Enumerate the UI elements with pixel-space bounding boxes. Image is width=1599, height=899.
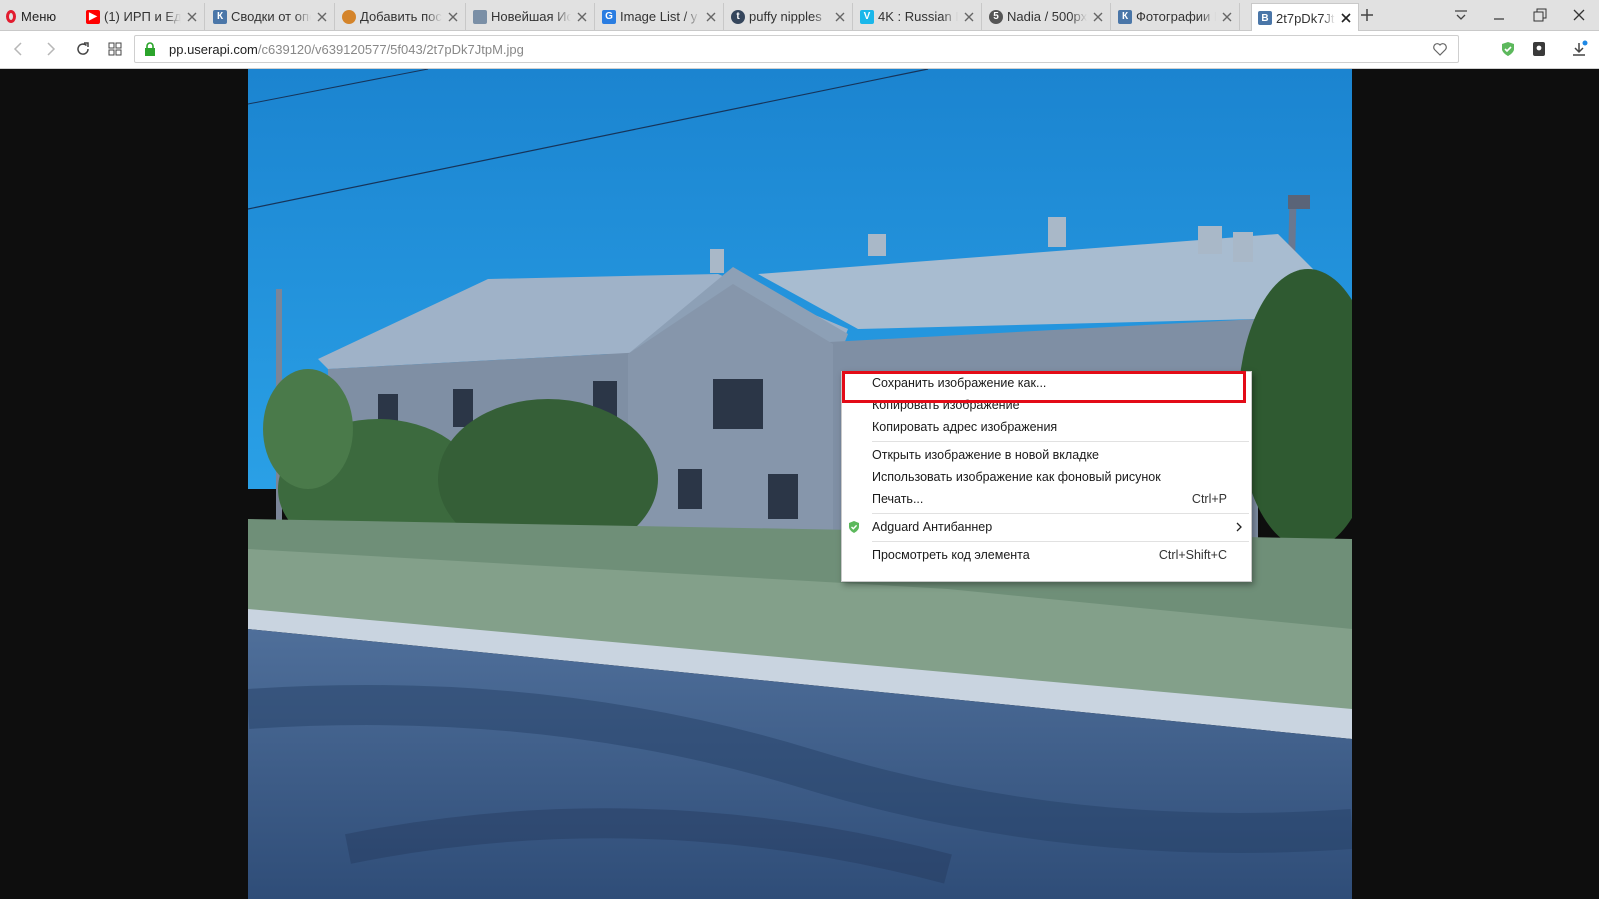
download-icon[interactable]: [1570, 40, 1588, 58]
bookmark-heart-icon[interactable]: [1432, 41, 1448, 57]
menu-separator: [872, 541, 1249, 542]
url-path: /c639120/v639120577/5f043/2t7pDk7JtpM.jp…: [257, 42, 524, 57]
reload-icon[interactable]: [74, 40, 92, 58]
menu-separator: [872, 441, 1249, 442]
vpn-extension-icon[interactable]: [1530, 40, 1548, 58]
tumblr-icon: t: [731, 9, 745, 24]
restore-icon[interactable]: [1531, 6, 1549, 24]
vk-icon: К: [1118, 9, 1132, 24]
image-list-icon: G: [602, 9, 616, 24]
menu-separator: [872, 513, 1249, 514]
close-tab-icon[interactable]: [1220, 10, 1234, 24]
close-window-icon[interactable]: [1570, 6, 1588, 24]
tab-noveishaya[interactable]: Новейшая Ис: [467, 3, 595, 30]
menu-item-print[interactable]: Печать... Ctrl+P: [842, 488, 1251, 510]
tab-menu-icon[interactable]: [1452, 6, 1470, 24]
close-tab-icon[interactable]: [1091, 10, 1105, 24]
tab-active-image[interactable]: B 2t7pDk7JtpM.: [1251, 3, 1359, 32]
chevron-right-icon: [1236, 522, 1242, 532]
adguard-shield-icon[interactable]: [1499, 40, 1517, 58]
image-viewer: [0, 69, 1599, 899]
context-menu: Сохранить изображение как... Копировать …: [841, 371, 1252, 582]
tab-dobavit[interactable]: Добавить пос: [336, 3, 466, 30]
vimeo-icon: V: [860, 9, 874, 24]
vk-icon: К: [213, 9, 227, 24]
menu-item-label: Копировать адрес изображения: [872, 420, 1058, 434]
menu-item-label: Открыть изображение в новой вкладке: [872, 448, 1100, 462]
tab-vimeo[interactable]: V 4K : Russian N: [854, 3, 982, 30]
address-bar[interactable]: pp.userapi.com/c639120/v639120577/5f043/…: [134, 35, 1459, 63]
opera-logo-icon: [6, 9, 16, 23]
tab-tumblr[interactable]: t puffy nipples: [725, 3, 853, 30]
tab-vk-svodki[interactable]: К Сводки от опо: [207, 3, 335, 30]
tab-vk-foto[interactable]: К Фотографии Е: [1112, 3, 1240, 30]
menu-item-label: Сохранить изображение как...: [872, 376, 1047, 390]
menu-item-adguard[interactable]: Adguard Антибаннер: [842, 516, 1251, 538]
menu-label: Меню: [21, 8, 57, 24]
url-domain: pp.userapi.com: [169, 42, 258, 57]
url-text: pp.userapi.com/c639120/v639120577/5f043/…: [169, 42, 524, 57]
menu-item-copy-image-address[interactable]: Копировать адрес изображения: [842, 416, 1251, 438]
menu-item-label: Просмотреть код элемента: [872, 548, 1030, 562]
new-tab-plus-icon[interactable]: [1358, 6, 1376, 24]
tab-500px[interactable]: 5 Nadia / 500px: [983, 3, 1111, 30]
close-tab-icon[interactable]: [1339, 11, 1353, 25]
vk-b-icon: B: [1258, 11, 1272, 25]
menu-item-save-image-as[interactable]: Сохранить изображение как...: [842, 372, 1251, 394]
book-icon: [473, 9, 487, 24]
menu-item-label: Печать...: [872, 492, 924, 506]
close-tab-icon[interactable]: [833, 10, 847, 24]
menu-item-set-as-background[interactable]: Использовать изображение как фоновый рис…: [842, 466, 1251, 488]
close-tab-icon[interactable]: [185, 10, 199, 24]
tab-bar: Меню ▶ (1) ИРП и Еда К Сводки от опо Доб…: [0, 0, 1599, 32]
menu-item-label: Использовать изображение как фоновый рис…: [872, 470, 1161, 484]
back-arrow-icon[interactable]: [10, 40, 28, 58]
menu-item-copy-image[interactable]: Копировать изображение: [842, 394, 1251, 416]
menu-item-shortcut: Ctrl+P: [1191, 492, 1227, 506]
menu-item-label: Копировать изображение: [872, 398, 1020, 412]
forward-arrow-icon[interactable]: [41, 40, 59, 58]
menu-item-shortcut: Ctrl+Shift+C: [1158, 548, 1227, 562]
close-tab-icon[interactable]: [962, 10, 976, 24]
adguard-shield-icon: [849, 521, 859, 533]
menu-item-inspect-element[interactable]: Просмотреть код элемента Ctrl+Shift+C: [842, 544, 1251, 566]
tab-youtube[interactable]: ▶ (1) ИРП и Еда: [80, 3, 205, 30]
500px-icon: 5: [989, 9, 1003, 24]
orange-site-icon: [342, 9, 356, 24]
tab-image-list[interactable]: G Image List / y: [596, 3, 724, 30]
navigation-bar: pp.userapi.com/c639120/v639120577/5f043/…: [0, 31, 1599, 69]
speed-dial-grid-icon[interactable]: [106, 40, 124, 58]
close-tab-icon[interactable]: [446, 10, 460, 24]
close-tab-icon[interactable]: [315, 10, 329, 24]
opera-menu-button[interactable]: Меню: [6, 4, 68, 28]
close-tab-icon[interactable]: [575, 10, 589, 24]
close-tab-icon[interactable]: [704, 10, 718, 24]
minimize-icon[interactable]: [1490, 6, 1508, 24]
menu-item-label: Adguard Антибаннер: [872, 520, 993, 534]
secure-lock-icon: [145, 42, 155, 56]
youtube-icon: ▶: [86, 9, 100, 24]
menu-item-open-in-new-tab[interactable]: Открыть изображение в новой вкладке: [842, 444, 1251, 466]
